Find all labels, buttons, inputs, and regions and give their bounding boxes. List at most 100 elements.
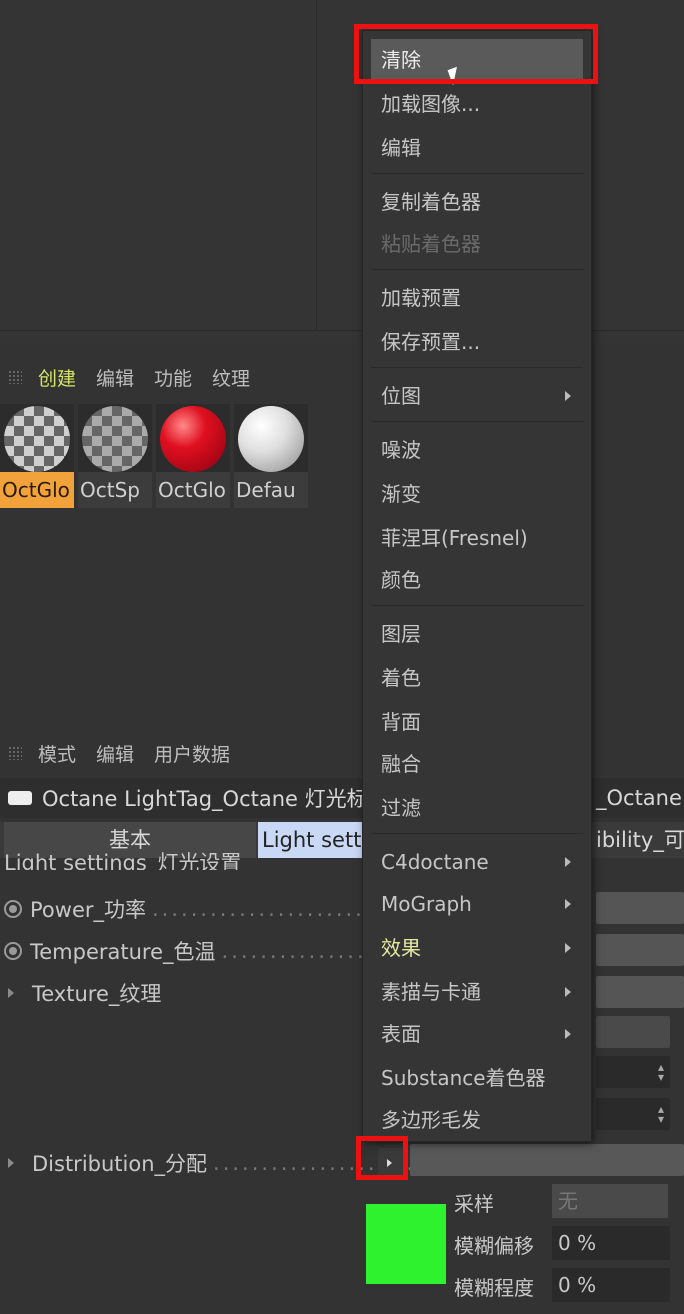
spinner-icon[interactable]: ▴ ▾	[658, 1103, 664, 1125]
menu-texture[interactable]: 纹理	[212, 364, 250, 391]
menu-separator	[371, 173, 583, 174]
blur-amount-label: 模糊程度	[454, 1276, 534, 1300]
menu-item-c4doctane[interactable]: C4doctane	[371, 841, 583, 883]
menu-item-mograph[interactable]: MoGraph	[371, 883, 583, 925]
distribution-field[interactable]	[410, 1144, 684, 1176]
menu-separator	[371, 269, 583, 270]
menu-item-fusion[interactable]: 融合	[371, 743, 583, 785]
menu-item-effects[interactable]: 效果	[371, 927, 583, 969]
grip-icon[interactable]	[8, 746, 22, 760]
submenu-arrow-icon	[565, 857, 571, 867]
menu-mode[interactable]: 模式	[38, 740, 76, 767]
submenu-arrow-icon	[565, 987, 571, 997]
viewport-divider	[316, 0, 317, 330]
menu-edit[interactable]: 编辑	[96, 364, 134, 391]
power-label: Power_功率	[30, 898, 146, 922]
material-label: Defau	[234, 472, 308, 508]
texture-spinner-b[interactable]: ▴ ▾	[596, 1098, 670, 1130]
object-name: Octane LightTag_Octane 灯光标签	[42, 787, 389, 811]
menu-item-edit[interactable]: 编辑	[371, 127, 583, 169]
material-list: OctGlo OctSp OctGlo Defau	[0, 404, 308, 508]
menu-item-sketch-toon[interactable]: 素描与卡通	[371, 971, 583, 1013]
menu-separator	[371, 833, 583, 834]
menu-item-gradient[interactable]: 渐变	[371, 473, 583, 515]
material-label: OctGlo	[0, 472, 74, 508]
menu-separator	[371, 421, 583, 422]
distribution-label: Distribution_分配	[32, 1152, 208, 1176]
texture-row: Texture_纹理	[0, 976, 161, 1010]
menu-item-surfaces[interactable]: 表面	[371, 1013, 583, 1055]
submenu-arrow-icon	[565, 943, 571, 953]
highlight-box-clear	[354, 24, 598, 84]
material-preview-icon	[82, 406, 148, 472]
section-title: Light settings_灯光设置	[4, 851, 242, 870]
blur-offset-label: 模糊偏移	[454, 1234, 534, 1258]
submenu-arrow-icon	[565, 899, 571, 909]
texture-label: Texture_纹理	[32, 982, 162, 1006]
menu-item-label: MoGraph	[381, 892, 472, 916]
material-label: OctSp	[78, 472, 152, 508]
material-preview-icon	[238, 406, 304, 472]
animate-radio-icon[interactable]	[4, 942, 22, 960]
expand-arrow-icon[interactable]	[8, 988, 14, 998]
menu-item-label: 素描与卡通	[381, 980, 481, 1004]
menu-item-noise[interactable]: 噪波	[371, 429, 583, 471]
menu-item-label: 表面	[381, 1022, 421, 1046]
tab-light-settings[interactable]: Light setti	[258, 822, 368, 858]
material-item[interactable]: OctSp	[78, 404, 152, 508]
menu-item-colorizer[interactable]: 着色	[371, 657, 583, 699]
menu-item-bitmap[interactable]: 位图	[371, 375, 583, 417]
menu-item-label: 位图	[381, 384, 421, 408]
temperature-field[interactable]	[596, 934, 684, 966]
expand-arrow-icon[interactable]	[8, 1158, 14, 1168]
menu-function[interactable]: 功能	[154, 364, 192, 391]
menu-item-copy-shader[interactable]: 复制着色器	[371, 181, 583, 223]
material-preview-icon	[4, 406, 70, 472]
menu-separator	[371, 605, 583, 606]
blur-amount-field[interactable]: 0 %	[552, 1268, 670, 1302]
menu-item-fresnel[interactable]: 菲涅耳(Fresnel)	[371, 517, 583, 559]
power-row: Power_功率 .........................	[0, 892, 394, 926]
menu-edit[interactable]: 编辑	[96, 740, 134, 767]
menu-item-paste-shader: 粘贴着色器	[381, 232, 481, 256]
object-name-right: _Octane	[596, 786, 682, 810]
menu-item-save-preset[interactable]: 保存预置...	[371, 321, 583, 363]
menu-item-hair[interactable]: 多边形毛发	[371, 1099, 583, 1141]
menu-item-label: C4doctane	[381, 850, 489, 874]
menu-item-filter[interactable]: 过滤	[371, 787, 583, 829]
menu-item-backface[interactable]: 背面	[371, 701, 583, 743]
submenu-arrow-icon	[565, 391, 571, 401]
temperature-label: Temperature_色温	[30, 940, 216, 964]
menu-item-layer[interactable]: 图层	[371, 613, 583, 655]
menu-user-data[interactable]: 用户数据	[154, 740, 230, 767]
texture-spinner-a[interactable]: ▴ ▾	[596, 1056, 670, 1088]
texture-dropdown[interactable]	[596, 1016, 670, 1048]
sampling-dropdown[interactable]: 无	[552, 1184, 668, 1218]
tab-visibility[interactable]: ibility_可	[596, 822, 684, 858]
menu-item-label: 效果	[381, 936, 421, 960]
color-swatch[interactable]	[366, 1204, 446, 1284]
dots: .........................	[152, 897, 394, 921]
light-tag-icon	[8, 791, 32, 805]
material-item[interactable]: OctGlo	[156, 404, 230, 508]
blur-offset-field[interactable]: 0 %	[552, 1226, 670, 1260]
power-field[interactable]	[596, 892, 684, 924]
menu-separator	[371, 367, 583, 368]
context-menu: 清除 加载图像... 编辑 复制着色器 粘贴着色器 加载预置 保存预置... 位…	[362, 30, 592, 1142]
highlight-box-distribution-button	[356, 1136, 408, 1180]
menu-item-load-preset[interactable]: 加载预置	[371, 277, 583, 319]
sampling-label: 采样	[454, 1192, 494, 1216]
menu-item-substance[interactable]: Substance着色器	[371, 1057, 583, 1099]
animate-radio-icon[interactable]	[4, 900, 22, 918]
spinner-icon[interactable]: ▴ ▾	[658, 1061, 664, 1083]
material-item[interactable]: Defau	[234, 404, 308, 508]
material-label: OctGlo	[156, 472, 230, 508]
menu-item-load-image[interactable]: 加载图像...	[371, 83, 583, 125]
grip-icon[interactable]	[8, 370, 22, 384]
material-item[interactable]: OctGlo	[0, 404, 74, 508]
menu-item-color[interactable]: 颜色	[371, 559, 583, 601]
menu-create[interactable]: 创建	[38, 364, 76, 391]
texture-field[interactable]	[596, 976, 684, 1008]
submenu-arrow-icon	[565, 1029, 571, 1039]
material-preview-icon	[160, 406, 226, 472]
